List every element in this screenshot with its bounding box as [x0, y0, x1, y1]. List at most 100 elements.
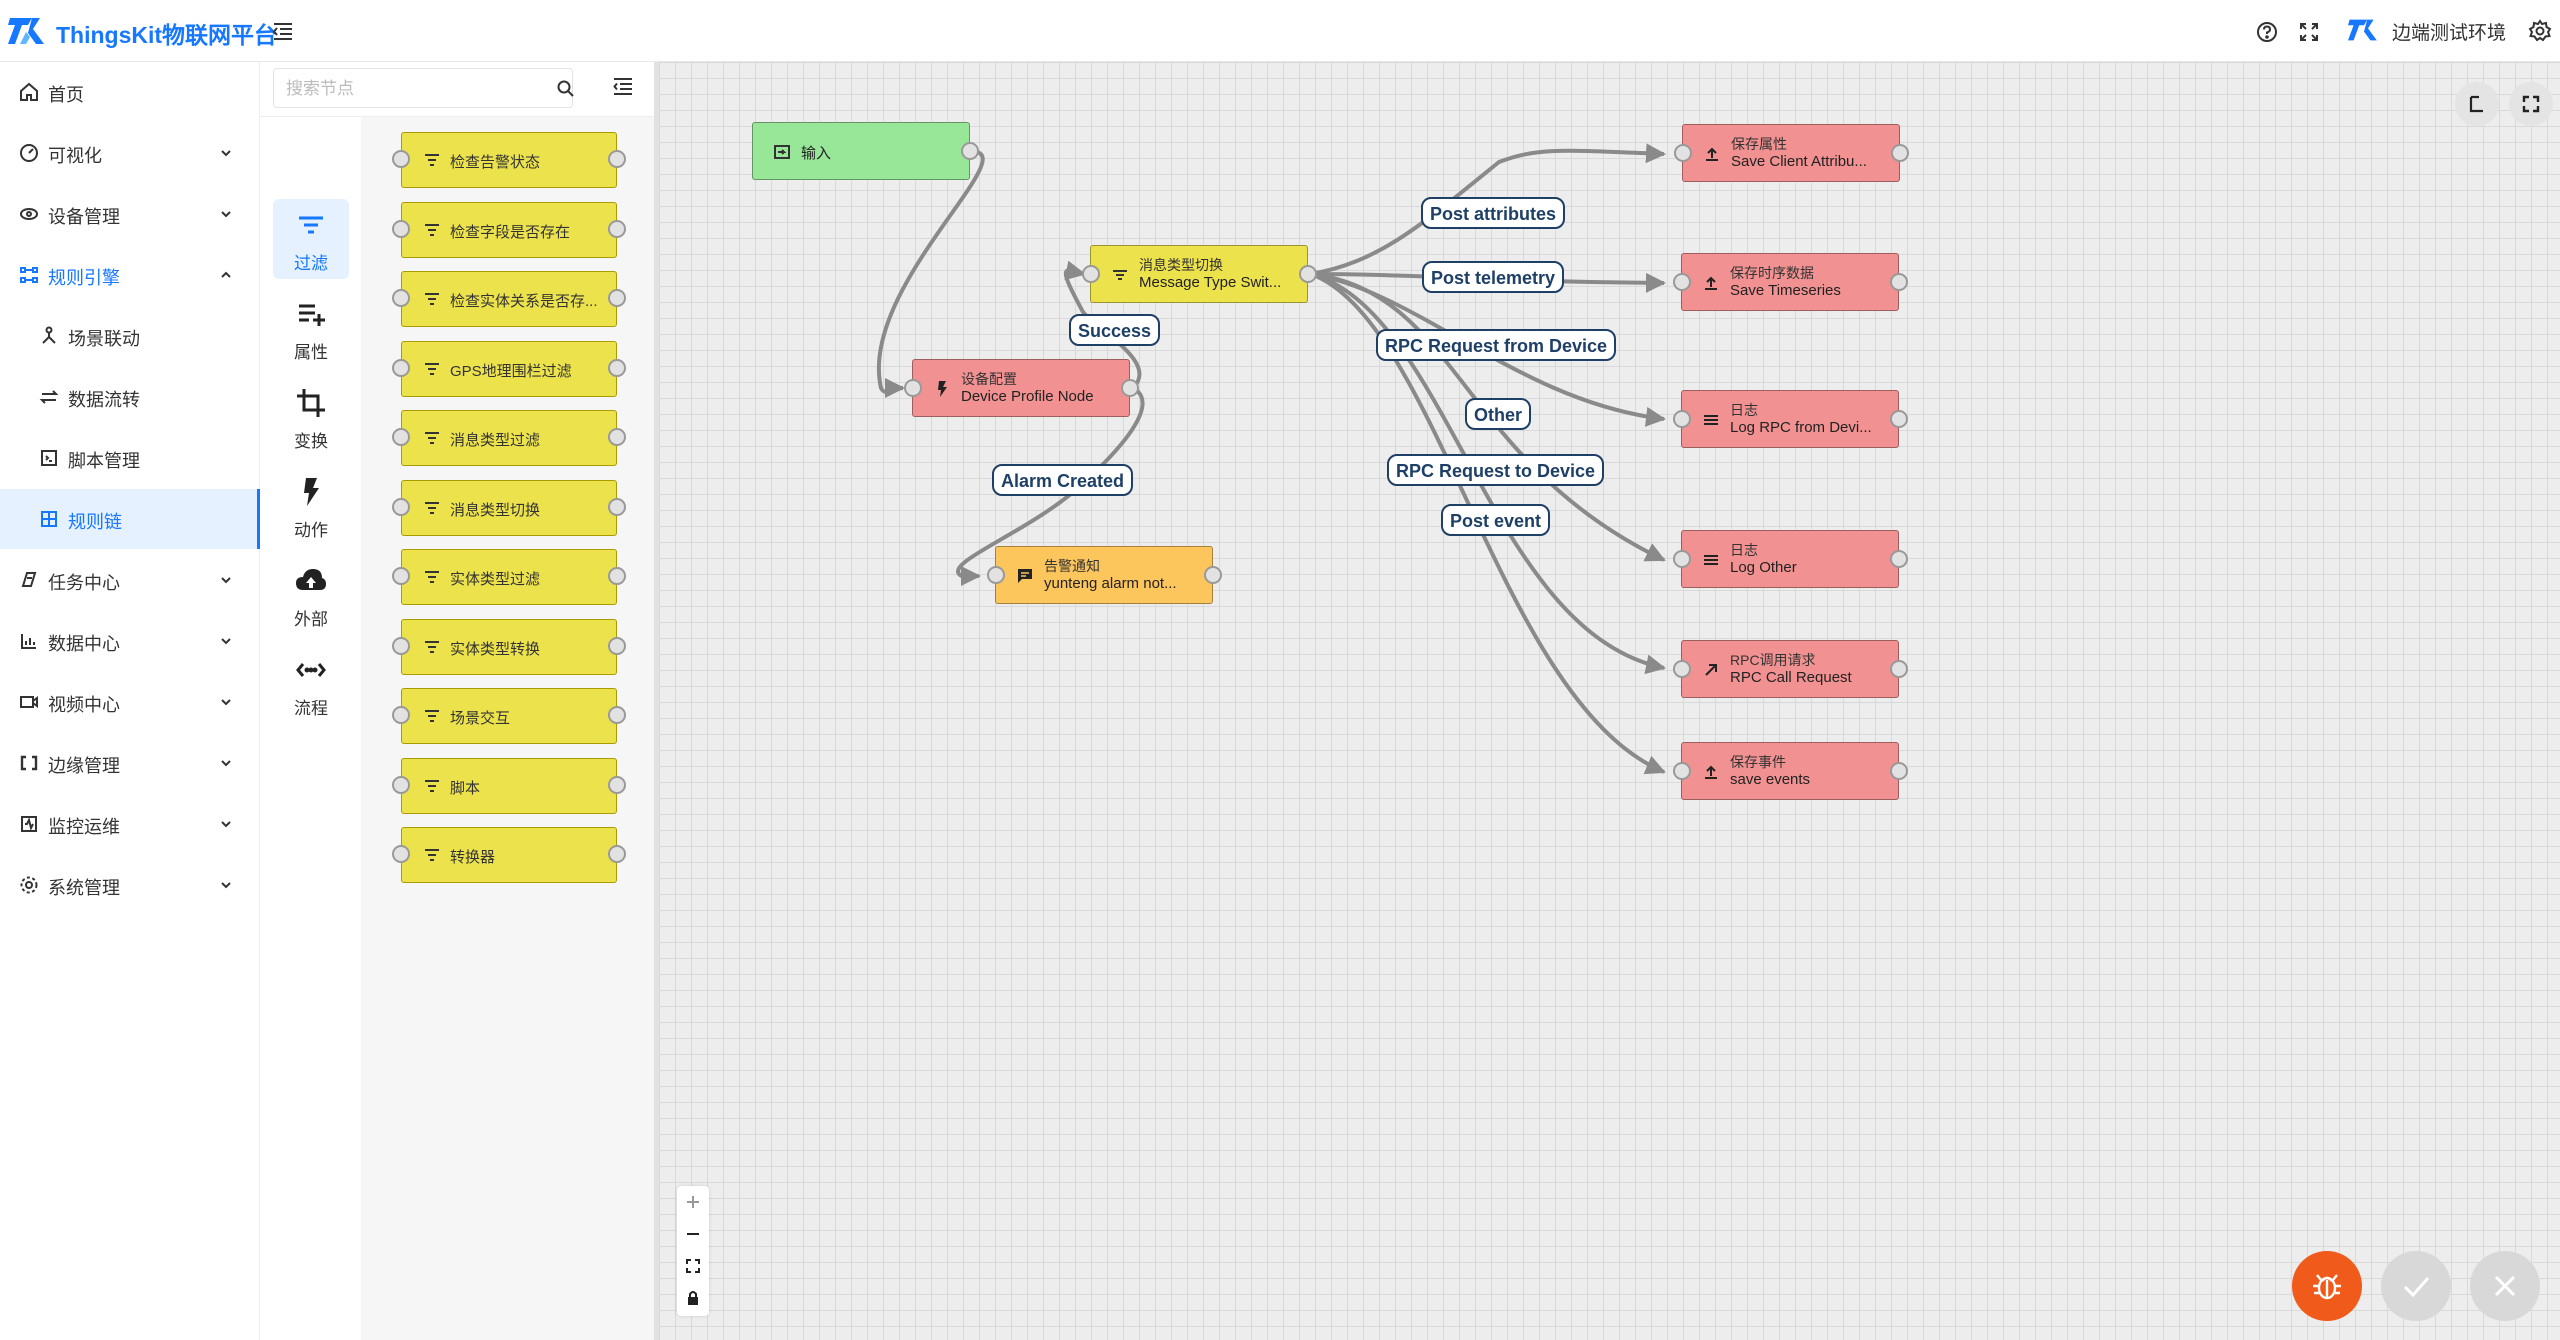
nav-label: 设备管理	[48, 207, 120, 227]
nav-item-scene-linkage[interactable]: 场景联动	[0, 306, 260, 366]
input-port[interactable]	[1673, 410, 1691, 428]
palette-node-label: 脚本	[450, 779, 481, 797]
zoom-in-icon[interactable]	[681, 1190, 705, 1214]
check-icon	[2403, 1277, 2430, 1298]
apply-changes-button[interactable]	[2381, 1251, 2451, 1321]
exit-fullscreen-button[interactable]	[2455, 82, 2499, 126]
filter-icon	[424, 709, 440, 723]
side-navigation: 首页 可视化 设备管理 规则引擎 场景联动 数据流转 脚本管理 规则链 任务中心…	[0, 62, 260, 1340]
output-port[interactable]	[1890, 660, 1908, 678]
environment-name[interactable]: 边端测试环境	[2392, 18, 2506, 45]
search-icon[interactable]	[556, 79, 576, 99]
node-type: 日志	[1730, 402, 1758, 418]
palette-node[interactable]: 消息类型切换	[392, 479, 626, 536]
node-alarm-notification[interactable]: 告警通知 yunteng alarm not...	[987, 546, 1222, 604]
nav-item-video-center[interactable]: 视频中心	[0, 672, 260, 732]
fullscreen-toggle-button[interactable]	[2509, 82, 2553, 126]
node-device-profile[interactable]: 设备配置 Device Profile Node	[904, 359, 1139, 417]
input-port[interactable]	[1674, 144, 1692, 162]
output-port[interactable]	[1890, 273, 1908, 291]
palette-node[interactable]: 检查告警状态	[392, 132, 626, 188]
node-type: RPC调用请求	[1730, 652, 1816, 668]
palette-node[interactable]: 脚本	[392, 757, 626, 814]
input-port[interactable]	[1673, 660, 1691, 678]
nav-item-data-center[interactable]: 数据中心	[0, 611, 260, 671]
nav-item-system-management[interactable]: 系统管理	[0, 855, 260, 915]
nav-item-script-management[interactable]: 脚本管理	[0, 428, 260, 488]
palette-node[interactable]: 实体类型转换	[392, 618, 626, 675]
output-port[interactable]	[1890, 762, 1908, 780]
output-port[interactable]	[1299, 265, 1317, 283]
rule-chain-canvas[interactable]: Success Alarm Created Post attributes Po…	[659, 62, 2560, 1340]
fit-view-icon[interactable]	[681, 1254, 705, 1278]
palette-node[interactable]: 场景交互	[392, 688, 626, 744]
nav-item-visualization[interactable]: 可视化	[0, 123, 260, 183]
input-port[interactable]	[987, 566, 1005, 584]
log-icon	[1702, 551, 1720, 569]
input-port[interactable]	[1673, 550, 1691, 568]
edge-label-rpc-request-to-device[interactable]: RPC Request to Device	[1387, 454, 1605, 486]
palette-node[interactable]: 检查字段是否存在	[392, 201, 626, 258]
palette-node-label: 实体类型过滤	[450, 571, 541, 588]
settings-icon[interactable]	[2528, 19, 2554, 45]
nav-item-edge-management[interactable]: 边缘管理	[0, 733, 260, 793]
edge-label-post-event[interactable]: Post event	[1441, 504, 1551, 536]
node-save-events[interactable]: 保存事件 save events	[1673, 742, 1908, 800]
output-port[interactable]	[1121, 379, 1139, 397]
nav-item-data-flow[interactable]: 数据流转	[0, 367, 260, 427]
output-port[interactable]	[1890, 410, 1908, 428]
edge-label-rpc-request-from-device[interactable]: RPC Request from Device	[1376, 329, 1617, 361]
tab-external[interactable]: 外部	[273, 555, 349, 635]
node-rpc-call-request[interactable]: RPC调用请求 RPC Call Request	[1673, 640, 1908, 698]
nav-item-task-center[interactable]: 任务中心	[0, 550, 260, 610]
node-log-other[interactable]: 日志 Log Other	[1673, 530, 1908, 588]
node-save-timeseries[interactable]: 保存时序数据 Save Timeseries	[1673, 253, 1908, 311]
input-port[interactable]	[1673, 762, 1691, 780]
filter-icon	[424, 431, 440, 445]
palette-node[interactable]: 实体类型过滤	[392, 549, 626, 605]
output-port[interactable]	[961, 142, 979, 160]
nav-item-device-management[interactable]: 设备管理	[0, 184, 260, 244]
output-port[interactable]	[1891, 144, 1909, 162]
edge-label-alarm-created[interactable]: Alarm Created	[992, 464, 1134, 496]
edge-label-post-telemetry[interactable]: Post telemetry	[1422, 261, 1565, 293]
nav-item-rule-engine[interactable]: 规则引擎	[0, 245, 260, 305]
tab-transform[interactable]: 变换	[273, 377, 349, 457]
debug-button[interactable]	[2292, 1251, 2362, 1321]
edge-label-post-attributes[interactable]: Post attributes	[1421, 197, 1566, 229]
node-save-attributes[interactable]: 保存属性 Save Client Attribu...	[1674, 124, 1909, 182]
node-log-rpc-from-device[interactable]: 日志 Log RPC from Devi...	[1673, 390, 1908, 448]
palette-node[interactable]: GPS地理围栏过滤	[392, 340, 626, 397]
nav-item-home[interactable]: 首页	[0, 62, 260, 122]
lock-icon[interactable]	[681, 1286, 705, 1310]
edge-label-other[interactable]: Other	[1465, 398, 1532, 430]
node-search-input[interactable]	[284, 75, 528, 103]
nav-item-rule-chain[interactable]: 规则链	[0, 489, 260, 549]
edge-label-success[interactable]: Success	[1069, 314, 1161, 346]
menu-fold-icon[interactable]	[270, 18, 296, 44]
fullscreen-icon[interactable]	[2296, 19, 2322, 45]
node-input[interactable]: 输入	[752, 122, 979, 180]
zoom-out-icon[interactable]	[681, 1222, 705, 1246]
list-toggle-icon[interactable]	[611, 74, 635, 98]
output-port[interactable]	[1204, 566, 1222, 584]
tab-flow[interactable]: 流程	[273, 644, 349, 724]
output-port	[608, 428, 626, 446]
palette-node[interactable]: 检查实体关系是否存...	[392, 271, 626, 327]
input-port[interactable]	[1082, 265, 1100, 283]
tab-action[interactable]: 动作	[273, 466, 349, 546]
discard-changes-button[interactable]	[2470, 1251, 2540, 1321]
tab-filter[interactable]: 过滤	[273, 199, 349, 279]
palette-node[interactable]: 消息类型过滤	[392, 410, 626, 466]
help-icon[interactable]	[2254, 19, 2280, 45]
tab-attributes[interactable]: 属性	[273, 288, 349, 368]
nav-label: 首页	[48, 85, 84, 105]
node-message-type-switch[interactable]: 消息类型切换 Message Type Swit...	[1082, 245, 1317, 303]
filter-icon	[424, 362, 440, 376]
input-port[interactable]	[1673, 273, 1691, 291]
input-port[interactable]	[904, 379, 922, 397]
palette-node[interactable]: 转换器	[392, 827, 626, 883]
scene-icon	[38, 325, 60, 347]
output-port[interactable]	[1890, 550, 1908, 568]
nav-item-monitoring[interactable]: 监控运维	[0, 794, 260, 854]
